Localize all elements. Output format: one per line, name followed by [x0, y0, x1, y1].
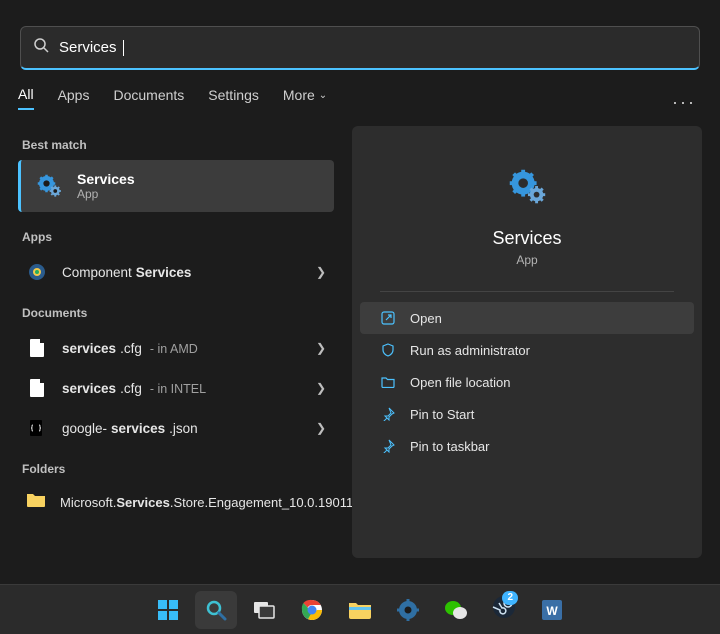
section-apps-label: Apps [22, 230, 334, 244]
taskbar-start-button[interactable] [147, 591, 189, 629]
preview-action-list: Open Run as administrator Open file loca… [360, 302, 694, 462]
best-match-subtitle: App [77, 187, 135, 201]
tab-apps[interactable]: Apps [58, 87, 90, 109]
taskbar-explorer-button[interactable] [339, 591, 381, 629]
gear-icon [352, 164, 702, 210]
overflow-menu-button[interactable]: ··· [672, 92, 696, 113]
taskbar-wechat-button[interactable] [435, 591, 477, 629]
chevron-right-icon: ❯ [316, 341, 326, 355]
chevron-right-icon: ❯ [316, 381, 326, 395]
action-label: Run as administrator [410, 343, 530, 358]
best-match-title: Services [77, 171, 135, 187]
result-text: google- [62, 421, 107, 436]
pin-icon [380, 439, 396, 453]
divider [380, 291, 674, 292]
tab-documents[interactable]: Documents [113, 87, 184, 109]
result-text: .cfg [120, 341, 142, 356]
result-component-services[interactable]: Component Services ❯ [18, 252, 334, 292]
action-label: Pin to taskbar [410, 439, 490, 454]
taskbar-search-button[interactable] [195, 591, 237, 629]
action-open[interactable]: Open [360, 302, 694, 334]
result-text-bold: services [62, 341, 116, 356]
best-match-text: Services App [77, 171, 135, 201]
result-folder-microsoft-services-store[interactable]: Microsoft.Services.Store.Engagement_10.0… [18, 484, 334, 521]
chevron-down-icon: ⌄ [319, 90, 327, 101]
action-label: Open [410, 311, 442, 326]
result-text-bold: services [111, 421, 165, 436]
preview-subtitle: App [352, 253, 702, 267]
taskbar: 2 W [0, 584, 720, 634]
taskbar-chrome-button[interactable] [291, 591, 333, 629]
result-text: Component [62, 265, 132, 280]
result-hint: - in INTEL [150, 382, 206, 396]
search-tabs: All Apps Documents Settings More ⌄ [18, 86, 327, 110]
preview-title: Services [352, 228, 702, 249]
json-file-icon [26, 419, 48, 437]
gear-icon [33, 170, 65, 202]
taskbar-app-button[interactable]: W [531, 591, 573, 629]
action-run-as-admin[interactable]: Run as administrator [360, 334, 694, 366]
result-hint: - in AMD [150, 342, 198, 356]
action-pin-to-taskbar[interactable]: Pin to taskbar [360, 430, 694, 462]
result-label: services .cfg - in AMD [62, 341, 302, 356]
action-open-file-location[interactable]: Open file location [360, 366, 694, 398]
result-text-bold: Services [136, 265, 192, 280]
section-documents-label: Documents [22, 306, 334, 320]
document-icon [26, 379, 48, 397]
pin-icon [380, 407, 396, 421]
steam-icon-wrap: 2 [492, 595, 516, 624]
best-match-result[interactable]: Services App [18, 160, 334, 212]
taskbar-settings-button[interactable] [387, 591, 429, 629]
document-icon [26, 339, 48, 357]
taskbar-steam-button[interactable]: 2 [483, 591, 525, 629]
tab-settings[interactable]: Settings [208, 87, 259, 109]
tab-more[interactable]: More ⌄ [283, 87, 327, 109]
results-column: Best match [18, 128, 334, 521]
taskbar-taskview-button[interactable] [243, 591, 285, 629]
result-text-bold: Services [116, 495, 170, 510]
action-pin-to-start[interactable]: Pin to Start [360, 398, 694, 430]
result-services-cfg-intel[interactable]: services .cfg - in INTEL ❯ [18, 368, 334, 408]
result-text: .cfg [120, 381, 142, 396]
svg-text:W: W [546, 604, 558, 618]
open-icon [380, 311, 396, 325]
steam-badge: 2 [502, 591, 518, 605]
chevron-right-icon: ❯ [316, 421, 326, 435]
result-label: Component Services [62, 265, 302, 280]
shield-icon [380, 343, 396, 357]
search-bar[interactable]: Services [20, 26, 700, 70]
result-text-bold: services [62, 381, 116, 396]
result-services-cfg-amd[interactable]: services .cfg - in AMD ❯ [18, 328, 334, 368]
chevron-right-icon: ❯ [316, 265, 326, 279]
component-services-icon [26, 262, 48, 282]
tab-all[interactable]: All [18, 86, 34, 110]
section-folders-label: Folders [22, 462, 334, 476]
result-google-services-json[interactable]: google-services .json ❯ [18, 408, 334, 448]
result-label: services .cfg - in INTEL [62, 381, 302, 396]
folder-icon [26, 492, 46, 513]
preview-panel: Services App Open Run as administrator O… [352, 126, 702, 558]
action-label: Open file location [410, 375, 510, 390]
result-text: Microsoft. [60, 495, 116, 510]
action-label: Pin to Start [410, 407, 474, 422]
result-label: google-services .json [62, 421, 302, 436]
tab-more-label: More [283, 87, 315, 103]
result-text: .json [169, 421, 198, 436]
section-best-match-label: Best match [22, 138, 334, 152]
folder-icon [380, 376, 396, 388]
